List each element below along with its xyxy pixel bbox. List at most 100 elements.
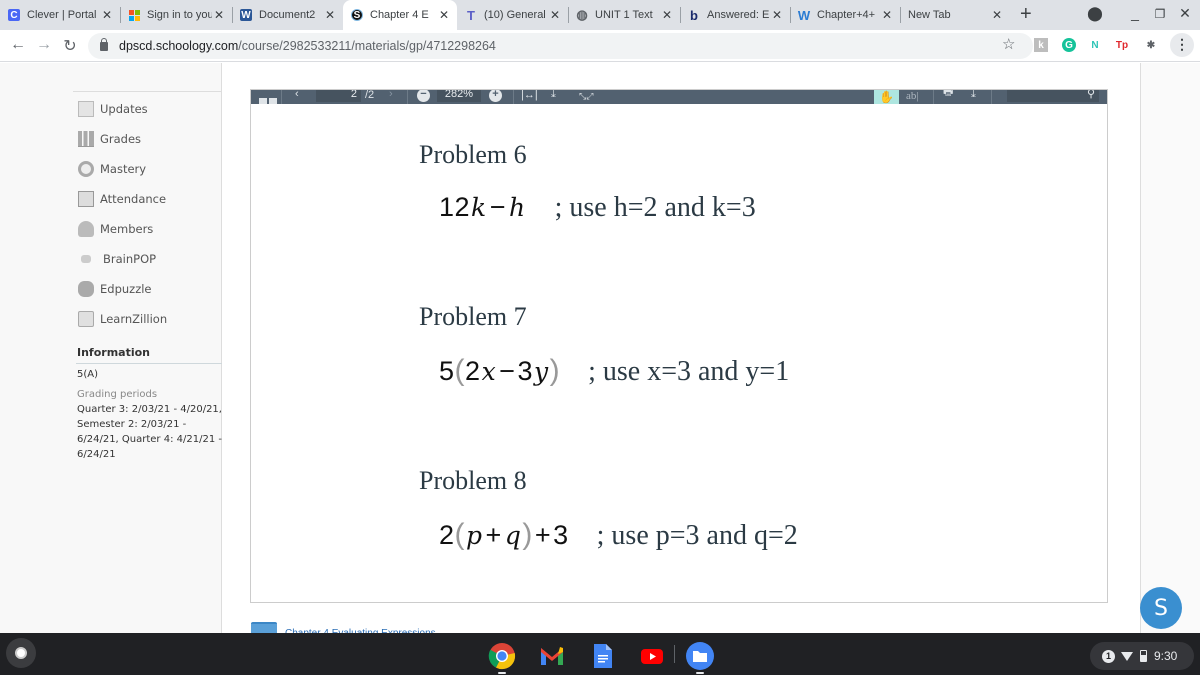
close-tab-icon[interactable]: ✕ xyxy=(323,8,337,22)
back-button[interactable]: ← xyxy=(8,36,28,54)
profile-icon[interactable]: ⬤ xyxy=(1085,5,1105,22)
sidebar-divider xyxy=(73,91,222,92)
forward-button[interactable]: → xyxy=(34,36,54,54)
math-number: 3 xyxy=(553,520,569,550)
status-tray[interactable]: 1 9:30 xyxy=(1090,642,1194,670)
chrome-icon[interactable] xyxy=(488,642,516,670)
minimize-button[interactable]: _ xyxy=(1125,5,1145,21)
download-icon[interactable]: ⤓ xyxy=(551,90,556,101)
close-tab-icon[interactable]: ✕ xyxy=(770,8,784,22)
fullscreen-icon[interactable]: ⤡⤢ xyxy=(579,90,593,102)
close-tab-icon[interactable]: ✕ xyxy=(437,8,451,22)
tab-title: Clever | Portal xyxy=(27,9,97,21)
text-select-tool[interactable]: ab| xyxy=(906,90,919,102)
problem-title: Problem 6 xyxy=(419,140,527,169)
print-icon[interactable]: 🖶 xyxy=(943,90,953,102)
grading-line: 6/24/21, Quarter 4: 4/21/21 - xyxy=(77,434,222,445)
browser-toolbar: ← → ↻ dpscd.schoology.com/course/2982533… xyxy=(0,30,1200,62)
fit-width-icon[interactable]: |↔| xyxy=(521,90,538,101)
tab[interactable]: b Answered: E ✕ xyxy=(680,0,790,30)
restore-button[interactable]: ❐ xyxy=(1150,7,1170,21)
zoom-level-input[interactable]: 282% xyxy=(437,90,481,102)
sidebar-item-mastery[interactable]: Mastery xyxy=(78,159,146,179)
tab[interactable]: W Chapter+4+ ✕ xyxy=(790,0,900,30)
next-page-button[interactable]: › xyxy=(389,90,393,100)
information-heading: Information xyxy=(77,346,150,359)
save-download-icon[interactable]: ⤓ xyxy=(971,90,976,101)
user-avatar[interactable]: S xyxy=(1140,587,1182,629)
google-docs-icon[interactable] xyxy=(588,642,616,670)
math-expression: 2(p + q)+3 xyxy=(439,518,569,552)
sidebar-item-label: LearnZillion xyxy=(100,312,168,326)
microsoft-icon xyxy=(128,9,140,21)
zoom-out-button[interactable]: − xyxy=(417,90,430,102)
pdf-viewer: ‹ 2 /2 › − 282% + |↔| ⤓ ⤡⤢ ✋ ab| 🖶 ⤓ ⚲ P… xyxy=(250,89,1108,603)
math-variable: x xyxy=(481,357,497,386)
notification-count: 1 xyxy=(1102,649,1115,663)
shelf-separator xyxy=(674,645,675,663)
tab[interactable]: New Tab ✕ xyxy=(900,0,1010,30)
learnzillion-icon xyxy=(78,311,94,327)
extensions-puzzle-icon[interactable]: ✱ xyxy=(1144,38,1158,52)
thumbnails-toggle-icon[interactable] xyxy=(259,91,277,104)
search-icon[interactable]: ⚲ xyxy=(1087,90,1095,100)
close-window-button[interactable]: ✕ xyxy=(1175,5,1195,22)
new-tab-button[interactable]: + xyxy=(1020,3,1032,26)
problem-condition: ; use p=3 and q=2 xyxy=(596,520,798,551)
section-name: 5(A) xyxy=(77,369,99,380)
close-tab-icon[interactable]: ✕ xyxy=(548,8,562,22)
sidebar-item-label: Members xyxy=(100,222,154,236)
close-tab-icon[interactable]: ✕ xyxy=(990,8,1004,22)
gmail-icon[interactable] xyxy=(538,642,566,670)
nearpod-icon[interactable]: N xyxy=(1088,38,1102,52)
problem-title: Problem 8 xyxy=(419,466,527,495)
sidebar-item-learnzillion[interactable]: LearnZillion xyxy=(78,309,167,329)
close-tab-icon[interactable]: ✕ xyxy=(660,8,674,22)
close-tab-icon[interactable]: ✕ xyxy=(100,8,114,22)
sidebar-item-updates[interactable]: Updates xyxy=(78,99,148,119)
previous-page-button[interactable]: ‹ xyxy=(295,90,299,100)
sidebar-item-members[interactable]: Members xyxy=(78,219,153,239)
address-bar[interactable]: dpscd.schoology.com/course/2982533211/ma… xyxy=(88,33,1033,59)
bookmark-star-icon[interactable]: ☆ xyxy=(1002,35,1015,53)
reload-button[interactable]: ↻ xyxy=(60,36,80,56)
grading-line: Quarter 3: 2/03/21 - 4/20/21, xyxy=(77,404,222,415)
launcher-button[interactable] xyxy=(6,638,36,668)
math-variable: h xyxy=(508,193,526,222)
sidebar-item-label: Updates xyxy=(100,102,148,116)
teams-icon: T xyxy=(467,7,475,23)
tab[interactable]: S Chapter 4 E ✕ xyxy=(343,0,457,30)
battery-icon xyxy=(1140,650,1147,662)
clock-time: 9:30 xyxy=(1154,649,1178,663)
pan-hand-tool-icon[interactable]: ✋ xyxy=(874,90,899,104)
math-operator: + xyxy=(485,520,502,550)
tab[interactable]: Sign in to your account✕ xyxy=(120,0,232,30)
math-expression: 12k − h xyxy=(439,192,527,223)
close-tab-icon[interactable]: ✕ xyxy=(880,8,894,22)
sidebar-item-brainpop[interactable]: BrainPOP xyxy=(78,249,156,269)
brainpop-icon xyxy=(81,255,91,263)
pdf-search-input[interactable]: ⚲ xyxy=(1007,90,1099,102)
url-path: /course/2982533211/materials/gp/47122982… xyxy=(238,39,496,53)
teacherspayteachers-icon[interactable]: Tp xyxy=(1115,38,1129,52)
grammarly-icon[interactable]: G xyxy=(1062,38,1076,52)
word-icon: W xyxy=(240,9,252,21)
youtube-icon[interactable] xyxy=(638,642,666,670)
sidebar-item-edpuzzle[interactable]: Edpuzzle xyxy=(78,279,152,299)
zoom-in-button[interactable]: + xyxy=(489,90,502,102)
schoology-icon: S xyxy=(351,9,363,21)
tab[interactable]: T (10) General ✕ xyxy=(457,0,568,30)
tab[interactable]: C Clever | Portal ✕ xyxy=(0,0,120,30)
page-number-input[interactable]: 2 xyxy=(316,90,361,102)
extension-k-icon[interactable]: k xyxy=(1034,38,1048,52)
grading-periods-label: Grading periods xyxy=(77,389,158,400)
files-icon[interactable] xyxy=(686,642,714,670)
sidebar-item-grades[interactable]: Grades xyxy=(78,129,141,149)
sidebar-item-label: BrainPOP xyxy=(103,252,157,266)
tab[interactable]: W Document2 ✕ xyxy=(232,0,343,30)
browser-menu-button[interactable]: ⋮ xyxy=(1170,33,1194,57)
sidebar-item-attendance[interactable]: Attendance xyxy=(78,189,166,209)
close-tab-icon[interactable]: ✕ xyxy=(212,8,226,22)
running-indicator xyxy=(498,672,506,674)
tab[interactable]: ◍ UNIT 1 Text ✕ xyxy=(568,0,680,30)
